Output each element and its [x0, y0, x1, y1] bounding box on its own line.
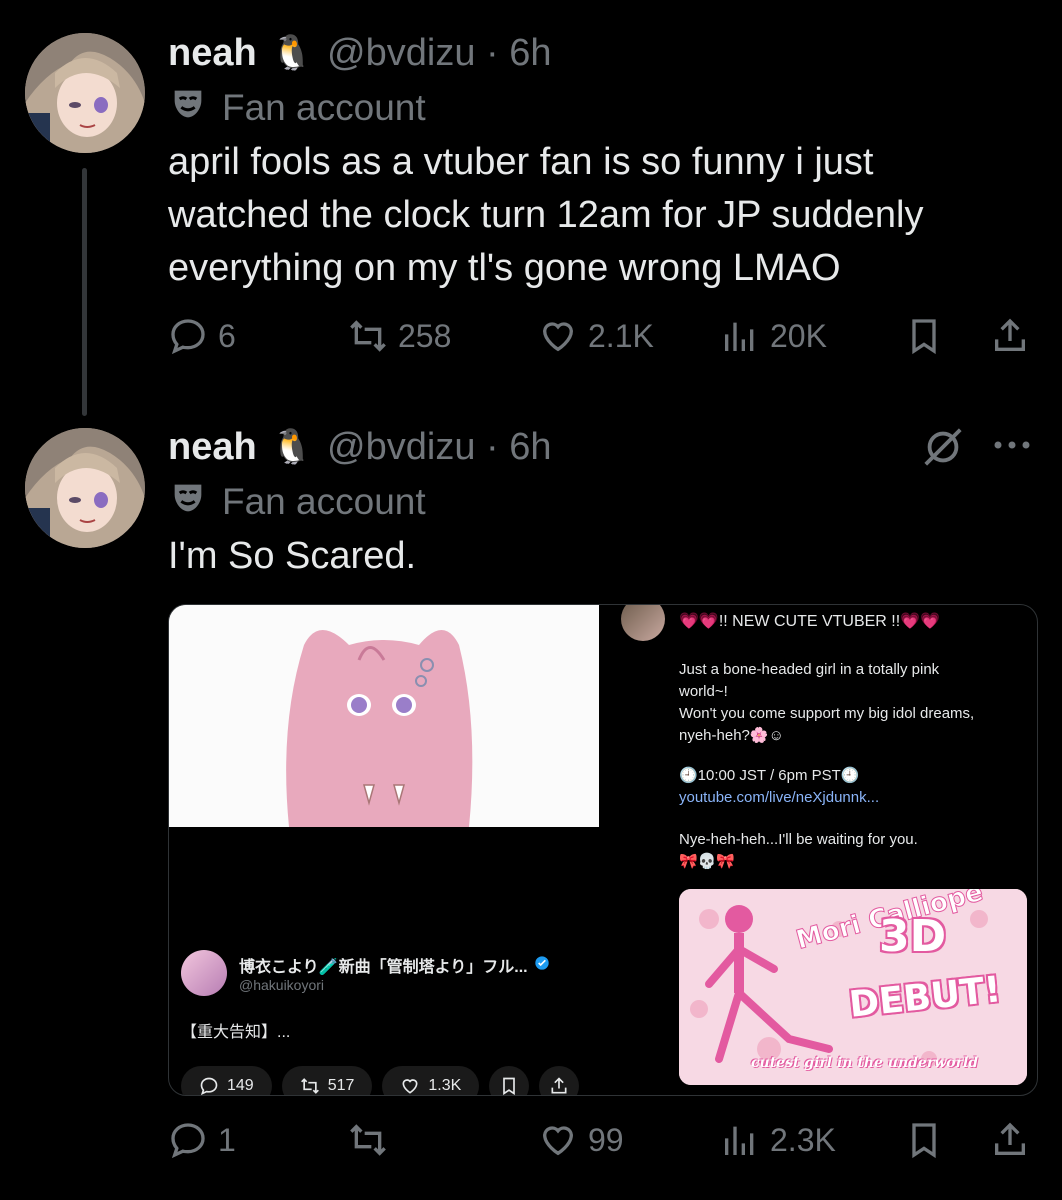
views-icon [725, 322, 754, 351]
thread-connector [82, 168, 87, 416]
repost-button[interactable]: 258 [348, 316, 451, 356]
embedded-author: 博衣こより🧪新曲「管制塔より」フル... [239, 959, 528, 976]
bookmark-button[interactable] [489, 1066, 530, 1095]
penguin-icon: 🐧 [270, 34, 314, 72]
tweet-line: watched the clock turn 12am for JP sudde… [168, 194, 924, 236]
handle-time[interactable]: @bvdizu · 6h [327, 32, 551, 75]
banner-title-3d: 3D [879, 911, 947, 962]
like-count: 99 [588, 1121, 624, 1158]
mask-icon [168, 84, 208, 133]
embedded-line: Won't you come support my big idol dream… [679, 705, 975, 722]
reply-count: 149 [227, 1077, 254, 1094]
tweet-actions: 1 99 2.3K [168, 1116, 1038, 1164]
account-label-text: Fan account [222, 481, 426, 522]
repost-icon [350, 320, 386, 352]
tweet-line: everything on my tl's gone wrong LMAO [168, 247, 841, 289]
embedded-link[interactable]: youtube.com/live/neXjdunnk... [679, 787, 1029, 809]
penguin-icon: 🐧 [270, 428, 314, 466]
account-label: Fan account [168, 84, 426, 132]
avatar [621, 605, 665, 641]
reply-button[interactable]: 6 [168, 316, 236, 356]
tweet-actions: 6 258 2.1K 20K [168, 312, 1038, 360]
repost-button[interactable]: 517 [281, 1066, 373, 1095]
view-count: 2.3K [770, 1121, 836, 1158]
embedded-actions: 149 517 1.3K [181, 1066, 601, 1095]
heart-icon [542, 322, 574, 352]
tweet-body: april fools as a vtuber fan is so funny … [168, 136, 1028, 295]
grok-icon[interactable] [920, 424, 966, 475]
tweet-line: april fools as a vtuber fan is so funny … [168, 141, 874, 183]
views-button[interactable]: 2.3K [720, 1120, 836, 1160]
heart-icon [542, 1126, 574, 1156]
embedded-body: Just a bone-headed girl in a totally pin… [679, 659, 1029, 873]
reply-button[interactable]: 149 [181, 1066, 272, 1095]
share-icon [551, 1077, 567, 1094]
like-button[interactable]: 2.1K [538, 316, 654, 356]
display-name[interactable]: neah [168, 426, 257, 469]
avatar[interactable] [25, 33, 145, 153]
share-icon [995, 318, 1025, 351]
reply-icon [200, 1077, 218, 1095]
avatar [181, 950, 227, 996]
more-options-icon[interactable] [990, 430, 1034, 465]
bookmark-button[interactable] [904, 316, 944, 356]
verified-icon [534, 955, 550, 976]
embedded-line: nyeh-heh?🌸☺ [679, 727, 784, 744]
embedded-line: world~! [679, 683, 728, 700]
embedded-time: 🕘10:00 JST / 6pm PST🕘 [679, 767, 860, 784]
embedded-handle: @hakuikoyori [239, 977, 325, 993]
display-name[interactable]: neah [168, 32, 257, 75]
like-count: 2.1K [588, 317, 654, 354]
reply-button[interactable]: 1 [168, 1120, 236, 1160]
media-attachment[interactable]: 博衣こより🧪新曲「管制塔より」フル... @hakuikoyori 【重大告知】… [168, 604, 1038, 1096]
debut-banner-image[interactable]: Mori Calliope 3D DEBUT! cutest girl in t… [679, 889, 1027, 1085]
views-button[interactable]: 20K [720, 316, 827, 356]
embedded-tweet-left[interactable]: 博衣こより🧪新曲「管制塔より」フル... @hakuikoyori 【重大告知】… [181, 950, 601, 1095]
embedded-headline: 💗💗!! NEW CUTE VTUBER !!💗💗 [679, 613, 941, 630]
share-button[interactable] [990, 316, 1030, 356]
banner-subtitle: cutest girl in the underworld [751, 1055, 979, 1071]
reply-count: 6 [218, 317, 236, 354]
share-button[interactable] [539, 1066, 580, 1095]
like-count: 1.3K [428, 1077, 462, 1094]
reply-icon [171, 319, 205, 355]
bookmark-icon [912, 319, 936, 355]
mask-icon [168, 478, 208, 527]
embedded-line: Nye-heh-heh...I'll be waiting for you. [679, 831, 918, 848]
bookmark-button[interactable] [904, 1120, 944, 1160]
account-label: Fan account [168, 478, 426, 526]
embedded-line: Just a bone-headed girl in a totally pin… [679, 661, 940, 678]
tweet-body: I'm So Scared. [168, 535, 417, 577]
share-button[interactable] [990, 1120, 1030, 1160]
embedded-text: 【重大告知】... [181, 1024, 291, 1041]
pink-creature-image[interactable] [169, 605, 599, 827]
avatar[interactable] [25, 428, 145, 548]
bookmark-icon [503, 1077, 516, 1095]
share-icon [995, 1122, 1025, 1155]
tweet-header: neah 🐧 @bvdizu · 6h [168, 28, 552, 78]
account-label-text: Fan account [222, 87, 426, 128]
embedded-line: 🎀💀🎀 [679, 853, 736, 870]
heart-icon [402, 1079, 418, 1094]
repost-icon [300, 1078, 319, 1094]
like-button[interactable]: 99 [538, 1120, 624, 1160]
handle-time[interactable]: @bvdizu · 6h [327, 426, 551, 469]
embedded-tweet-right[interactable]: 💗💗!! NEW CUTE VTUBER !!💗💗 Just a bone-he… [619, 605, 1031, 1095]
reply-count: 1 [218, 1121, 236, 1158]
reply-icon [171, 1123, 205, 1159]
view-count: 20K [770, 317, 827, 354]
repost-count: 517 [327, 1077, 355, 1094]
repost-count: 258 [398, 317, 452, 354]
tweet-header: neah 🐧 @bvdizu · 6h [168, 422, 552, 472]
bookmark-icon [912, 1123, 936, 1159]
like-button[interactable]: 1.3K [382, 1066, 480, 1095]
repost-button[interactable] [348, 1120, 398, 1160]
views-icon [725, 1126, 754, 1155]
repost-icon [350, 1124, 386, 1156]
